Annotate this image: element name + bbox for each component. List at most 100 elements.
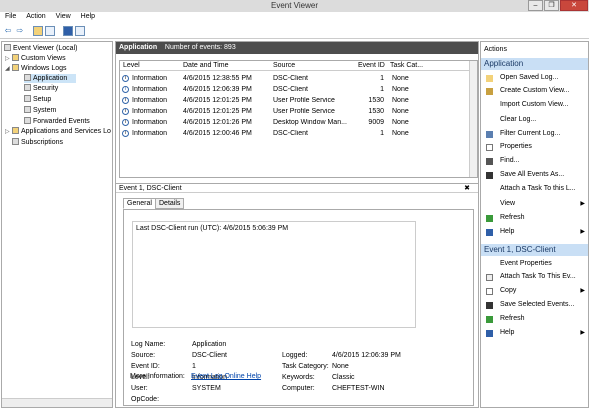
help-icon[interactable]: [63, 26, 73, 36]
folder-icon[interactable]: [33, 26, 43, 36]
action-open-saved-log[interactable]: Open Saved Log...: [481, 72, 588, 84]
close-button[interactable]: ✕: [560, 0, 588, 11]
label-keywords: Keywords:: [282, 374, 315, 381]
information-icon: i: [122, 130, 129, 137]
event-table: Level Date and Time Source Event ID Task…: [119, 60, 478, 178]
action-event-properties[interactable]: Event Properties: [481, 258, 588, 270]
actions-section-event[interactable]: Event 1, DSC-Client: [481, 244, 588, 256]
action-save-selected-events[interactable]: Save Selected Events...: [481, 299, 588, 311]
action-refresh-event[interactable]: Refresh: [481, 313, 588, 325]
expand-icon[interactable]: ▷: [5, 55, 10, 62]
event-detail-header: Event 1, DSC-Client ✖: [116, 183, 478, 193]
menu-bar: File Action View Help: [0, 12, 589, 23]
table-row[interactable]: i Information 4/6/2015 12:01:25 PM User …: [120, 95, 470, 106]
action-find[interactable]: Find...: [481, 155, 588, 167]
tree-log-system[interactable]: System: [24, 106, 56, 115]
help-icon: [486, 229, 493, 236]
properties-icon[interactable]: [45, 26, 55, 36]
event-detail-title: Event 1, DSC-Client: [119, 185, 182, 192]
forward-icon[interactable]: ⇨: [15, 26, 25, 36]
action-help-event[interactable]: Help ▶: [481, 327, 588, 339]
table-row[interactable]: i Information 4/6/2015 12:38:55 PM DSC-C…: [120, 73, 470, 84]
log-icon: [24, 84, 31, 91]
minimize-button[interactable]: –: [528, 0, 543, 11]
tree-log-setup[interactable]: Setup: [24, 95, 51, 104]
action-save-all-events[interactable]: Save All Events As...: [481, 169, 588, 181]
subscriptions-icon: [12, 138, 19, 145]
column-source[interactable]: Source: [273, 62, 295, 69]
label-more-information: More Information:: [130, 373, 185, 380]
action-clear-log[interactable]: Clear Log...: [481, 114, 588, 126]
action-refresh[interactable]: Refresh: [481, 212, 588, 224]
value-event-id: 1: [192, 363, 196, 370]
action-attach-task-event[interactable]: Attach Task To This Ev...: [481, 271, 588, 283]
menu-file[interactable]: File: [0, 12, 19, 20]
label-log-name: Log Name:: [131, 341, 166, 348]
action-create-custom-view[interactable]: Create Custom View...: [481, 85, 588, 97]
table-row[interactable]: i Information 4/6/2015 12:01:26 PM Deskt…: [120, 117, 470, 128]
tab-general[interactable]: General: [123, 198, 156, 209]
label-task-category: Task Category:: [282, 363, 329, 370]
tree-log-application[interactable]: Application: [24, 74, 76, 83]
event-log-online-help-link[interactable]: Event Log Online Help: [191, 373, 261, 380]
folder-icon: [12, 54, 19, 61]
action-properties[interactable]: Properties: [481, 141, 588, 153]
tab-details[interactable]: Details: [155, 198, 185, 209]
close-detail-icon[interactable]: ✖: [464, 184, 470, 193]
maximize-button[interactable]: ❐: [544, 0, 559, 11]
column-date[interactable]: Date and Time: [183, 62, 229, 69]
tree-log-security[interactable]: Security: [24, 84, 58, 93]
binoculars-icon: [486, 158, 493, 165]
information-icon: i: [122, 75, 129, 82]
event-description: Last DSC-Client run (UTC): 4/6/2015 5:06…: [132, 221, 416, 328]
table-row[interactable]: i Information 4/6/2015 12:00:46 PM DSC-C…: [120, 128, 470, 139]
action-attach-task[interactable]: Attach a Task To this L...: [481, 183, 588, 195]
filter-icon: [486, 131, 493, 138]
tree-windows-logs[interactable]: Windows Logs: [12, 64, 67, 73]
vertical-scrollbar[interactable]: [469, 61, 477, 177]
tree-root[interactable]: Event Viewer (Local): [4, 44, 77, 53]
table-row-selected[interactable]: i Information 4/6/2015 12:06:39 PM DSC-C…: [120, 84, 428, 95]
folder-icon: [12, 64, 19, 71]
menu-help[interactable]: Help: [76, 12, 98, 20]
value-computer: CHEFTEST-WIN: [332, 385, 385, 392]
table-row[interactable]: i Information 4/6/2015 12:01:25 PM User …: [120, 106, 470, 117]
back-icon[interactable]: ⇦: [3, 26, 13, 36]
refresh-icon: [486, 215, 493, 222]
action-help[interactable]: Help ▶: [481, 226, 588, 238]
column-event-id[interactable]: Event ID: [358, 62, 385, 69]
column-task-category[interactable]: Task Cat...: [390, 62, 423, 69]
label-user: User:: [131, 385, 148, 392]
label-opcode: OpCode:: [131, 396, 160, 403]
action-filter-current-log[interactable]: Filter Current Log...: [481, 128, 588, 140]
help-icon: [486, 330, 493, 337]
filter-icon: [486, 88, 493, 95]
submenu-arrow-icon: ▶: [580, 229, 585, 235]
value-user: SYSTEM: [192, 385, 221, 392]
tree-subscriptions[interactable]: Subscriptions: [12, 138, 63, 147]
actions-pane: Actions Application Open Saved Log... Cr…: [480, 41, 589, 408]
label-logged: Logged:: [282, 352, 308, 359]
window-title: Event Viewer: [271, 1, 318, 10]
tree-log-forwarded-events[interactable]: Forwarded Events: [24, 117, 90, 126]
label-source: Source:: [131, 352, 156, 359]
value-source: DSC-Client: [192, 352, 228, 359]
action-copy[interactable]: Copy ▶: [481, 285, 588, 297]
expand-icon[interactable]: ▷: [5, 128, 10, 135]
refresh-icon: [486, 316, 493, 323]
tree-app-services[interactable]: Applications and Services Lo: [12, 127, 111, 136]
show-pane-icon[interactable]: [75, 26, 85, 36]
menu-action[interactable]: Action: [21, 12, 48, 20]
menu-view[interactable]: View: [51, 12, 74, 20]
collapse-icon[interactable]: ◢: [5, 65, 10, 72]
tree-custom-views[interactable]: Custom Views: [12, 54, 66, 63]
action-import-custom-view[interactable]: Import Custom View...: [481, 99, 588, 111]
properties-icon: [486, 144, 493, 151]
save-icon: [486, 172, 493, 179]
label-event-id: Event ID:: [131, 363, 160, 370]
actions-section-application[interactable]: Application: [481, 58, 588, 70]
horizontal-scrollbar[interactable]: [2, 398, 112, 407]
column-level[interactable]: Level: [123, 62, 140, 69]
action-view[interactable]: View ▶: [481, 198, 588, 210]
value-task-category: None: [332, 363, 349, 370]
